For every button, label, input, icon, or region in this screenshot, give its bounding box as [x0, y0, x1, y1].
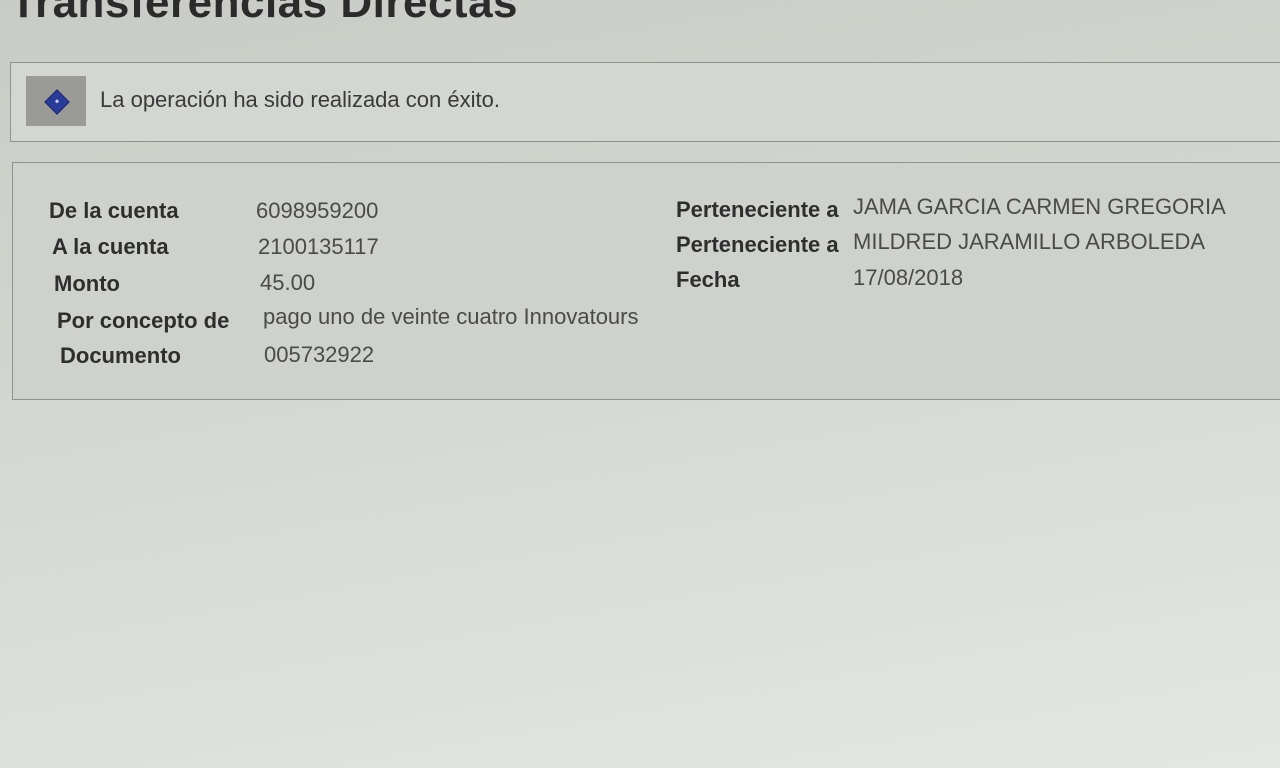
from-account-value: 6098959200: [256, 198, 379, 223]
date-label: Fecha: [676, 267, 740, 292]
page-title: Transferencias Directas: [10, 0, 519, 27]
date-value: 17/08/2018: [853, 265, 964, 290]
from-account-label: De la cuenta: [49, 198, 179, 223]
transfer-details-panel: De la cuenta 6098959200 A la cuenta 2100…: [12, 162, 1280, 400]
info-icon-container: [26, 76, 86, 126]
success-message-text: La operación ha sido realizada con éxito…: [100, 87, 500, 112]
to-account-label: A la cuenta: [52, 234, 169, 259]
concept-label: Por concepto de: [57, 308, 230, 333]
document-label: Documento: [60, 343, 181, 368]
amount-label: Monto: [54, 271, 120, 296]
document-value: 005732922: [264, 342, 375, 367]
to-owner-label: Perteneciente a: [676, 232, 839, 257]
success-message-box: La operación ha sido realizada con éxito…: [10, 62, 1280, 142]
to-account-value: 2100135117: [258, 234, 379, 259]
to-owner-value: MILDRED JARAMILLO ARBOLEDA: [853, 229, 1206, 254]
info-icon: [44, 89, 70, 115]
from-owner-value: JAMA GARCIA CARMEN GREGORIA: [853, 194, 1226, 219]
concept-value: pago uno de veinte cuatro Innovatours: [263, 304, 639, 329]
from-owner-label: Perteneciente a: [676, 197, 839, 222]
amount-value: 45.00: [260, 270, 316, 295]
